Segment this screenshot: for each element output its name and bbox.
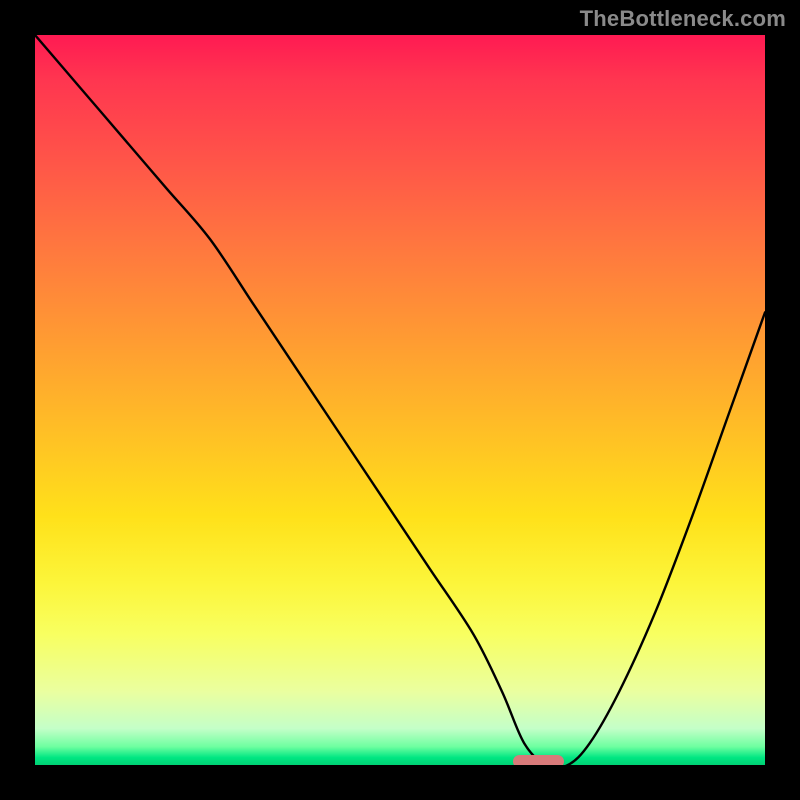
plot-area xyxy=(35,35,765,765)
optimal-marker xyxy=(513,755,564,765)
chart-frame: TheBottleneck.com xyxy=(0,0,800,800)
watermark-text: TheBottleneck.com xyxy=(580,6,786,32)
bottleneck-curve xyxy=(35,35,765,765)
